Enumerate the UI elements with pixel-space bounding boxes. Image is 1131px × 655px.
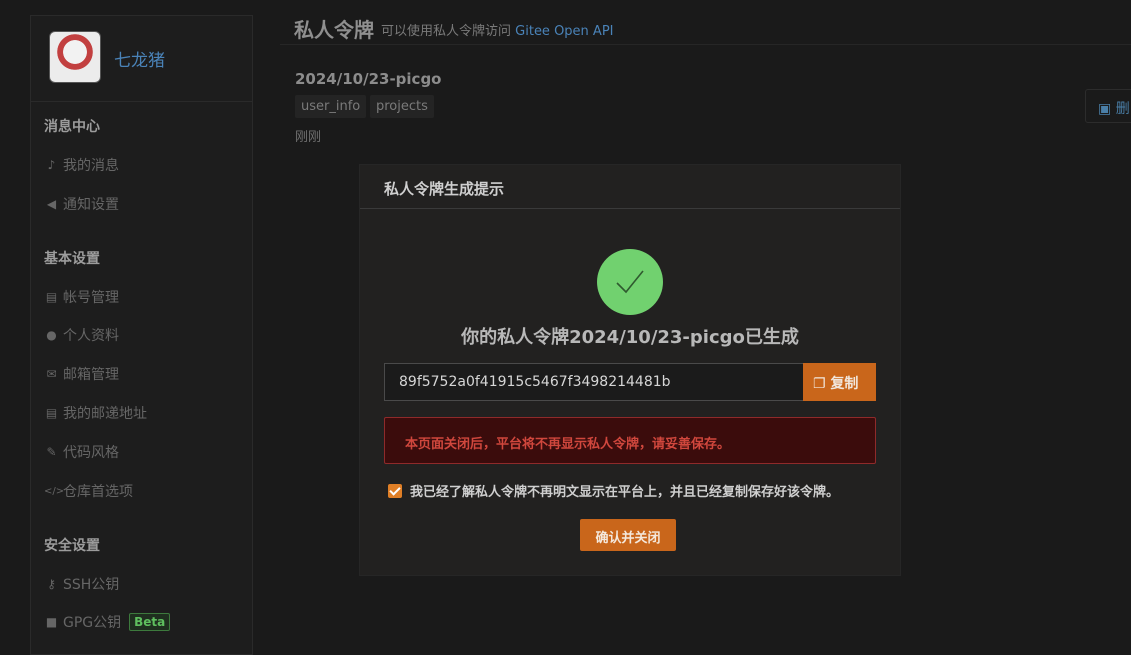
username-link[interactable]: 七龙猪 [114, 46, 165, 71]
sidebar-item-label: 帐号管理 [63, 290, 119, 306]
success-message: 你的私人令牌2024/10/23-picgo已生成 [461, 327, 799, 348]
brush-icon: ✎ [46, 445, 57, 459]
scope-tag: user_info [295, 95, 367, 118]
code-icon: </> [44, 485, 65, 497]
section-title-basic: 基本设置 [44, 251, 100, 267]
sidebar-item-label: SSH公钥 [63, 577, 120, 593]
sidebar-item-label: 代码风格 [63, 445, 119, 461]
scope-tag: projects [370, 95, 434, 118]
gitee-open-api-link[interactable]: Gitee Open API [515, 24, 613, 39]
token-created-modal: 私人令牌生成提示 你的私人令牌2024/10/23-picgo已生成 89f57… [360, 165, 900, 575]
sidebar-item-gpg-keys[interactable]: ■ GPG公钥 Beta [44, 612, 171, 632]
avatar[interactable] [49, 31, 101, 83]
token-value-field[interactable]: 89f5752a0f41915c5467f3498214481b [384, 363, 804, 401]
lock-icon: ■ [45, 615, 58, 629]
section-title-security: 安全设置 [44, 538, 100, 554]
agree-label: 我已经了解私人令牌不再明文显示在平台上，并且已经复制保存好该令牌。 [410, 485, 840, 500]
trash-icon: ▣ [1098, 101, 1112, 117]
page-title: 私人令牌 [294, 18, 374, 42]
copy-label: 复制 [830, 376, 859, 392]
sidebar-item-code-style[interactable]: ✎ 代码风格 [44, 442, 119, 462]
user-icon: ● [46, 328, 57, 342]
sidebar-item-repo-preferences[interactable]: </> 仓库首选项 [44, 481, 133, 501]
sidebar-item-address[interactable]: ▤ 我的邮递地址 [44, 403, 147, 423]
id-card-icon: ▤ [45, 290, 58, 304]
sidebar-item-my-messages[interactable]: ♪ 我的消息 [44, 155, 119, 175]
agree-checkbox[interactable] [388, 483, 402, 498]
copy-icon: ❐ [813, 376, 826, 392]
page-subtitle: 可以使用私人令牌访问 Gitee Open API [381, 20, 614, 39]
warning-alert: 本页面关闭后，平台将不再显示私人令牌，请妥善保存。 [384, 417, 876, 464]
sidebar-item-label: GPG公钥 [63, 615, 122, 631]
sidebar-item-ssh-keys[interactable]: ⚷ SSH公钥 [44, 574, 119, 594]
subtitle-text: 可以使用私人令牌访问 [381, 24, 512, 39]
sidebar-item-profile[interactable]: ● 个人资料 [44, 325, 119, 345]
envelope-icon: ✉ [46, 367, 57, 381]
sidebar-item-label: 我的消息 [63, 158, 119, 174]
bell-icon: ♪ [47, 158, 56, 172]
token-created-time: 刚刚 [295, 130, 322, 145]
section-title-messages: 消息中心 [44, 119, 100, 135]
agree-row: 我已经了解私人令牌不再明文显示在平台上，并且已经复制保存好该令牌。 [388, 481, 839, 500]
sidebar-item-label: 个人资料 [63, 328, 119, 344]
sidebar-item-email[interactable]: ✉ 邮箱管理 [44, 364, 119, 384]
profile-card: 七龙猪 [31, 16, 252, 102]
sidebar-item-label: 邮箱管理 [63, 367, 119, 383]
sidebar-item-account[interactable]: ▤ 帐号管理 [44, 287, 119, 307]
success-check-icon [597, 249, 663, 315]
copy-button[interactable]: ❐ 复制 [803, 363, 876, 401]
confirm-close-button[interactable]: 确认并关闭 [580, 519, 676, 551]
sidebar-item-label: 我的邮递地址 [63, 406, 147, 422]
token-name: 2024/10/23-picgo [295, 70, 442, 88]
beta-badge: Beta [129, 613, 171, 631]
modal-title: 私人令牌生成提示 [360, 165, 900, 209]
delete-label: 删 [1115, 101, 1130, 117]
key-icon: ⚷ [47, 577, 56, 591]
sidebar-item-label: 通知设置 [63, 197, 119, 213]
settings-sidebar: 七龙猪 消息中心 ♪ 我的消息 ◀ 通知设置 基本设置 ▤ 帐号管理 ● 个人资… [30, 15, 253, 655]
sidebar-item-label: 仓库首选项 [63, 484, 133, 500]
megaphone-icon: ◀ [46, 197, 57, 211]
address-card-icon: ▤ [45, 406, 58, 420]
title-divider [280, 44, 1131, 45]
delete-token-button[interactable]: ▣ 删 [1085, 89, 1131, 123]
sidebar-item-notification-settings[interactable]: ◀ 通知设置 [44, 194, 119, 214]
